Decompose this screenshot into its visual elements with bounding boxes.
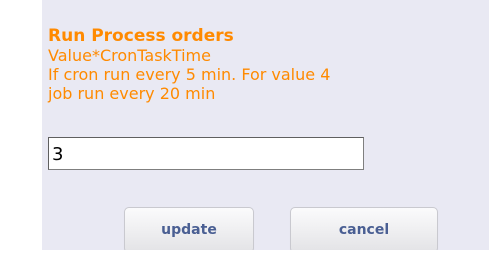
setting-title: Run Process orders: [48, 26, 234, 46]
setting-formula: Value*CronTaskTime: [48, 46, 211, 65]
setting-help-line-2: job run every 20 min: [48, 84, 216, 103]
settings-panel: Run Process orders Value*CronTaskTime If…: [42, 0, 489, 250]
setting-description: Run Process orders Value*CronTaskTime If…: [48, 26, 489, 104]
setting-help-line-1: If cron run every 5 min. For value 4: [48, 65, 331, 84]
cancel-button[interactable]: cancel: [290, 207, 438, 250]
update-button[interactable]: update: [124, 207, 254, 250]
value-input[interactable]: [48, 137, 364, 170]
